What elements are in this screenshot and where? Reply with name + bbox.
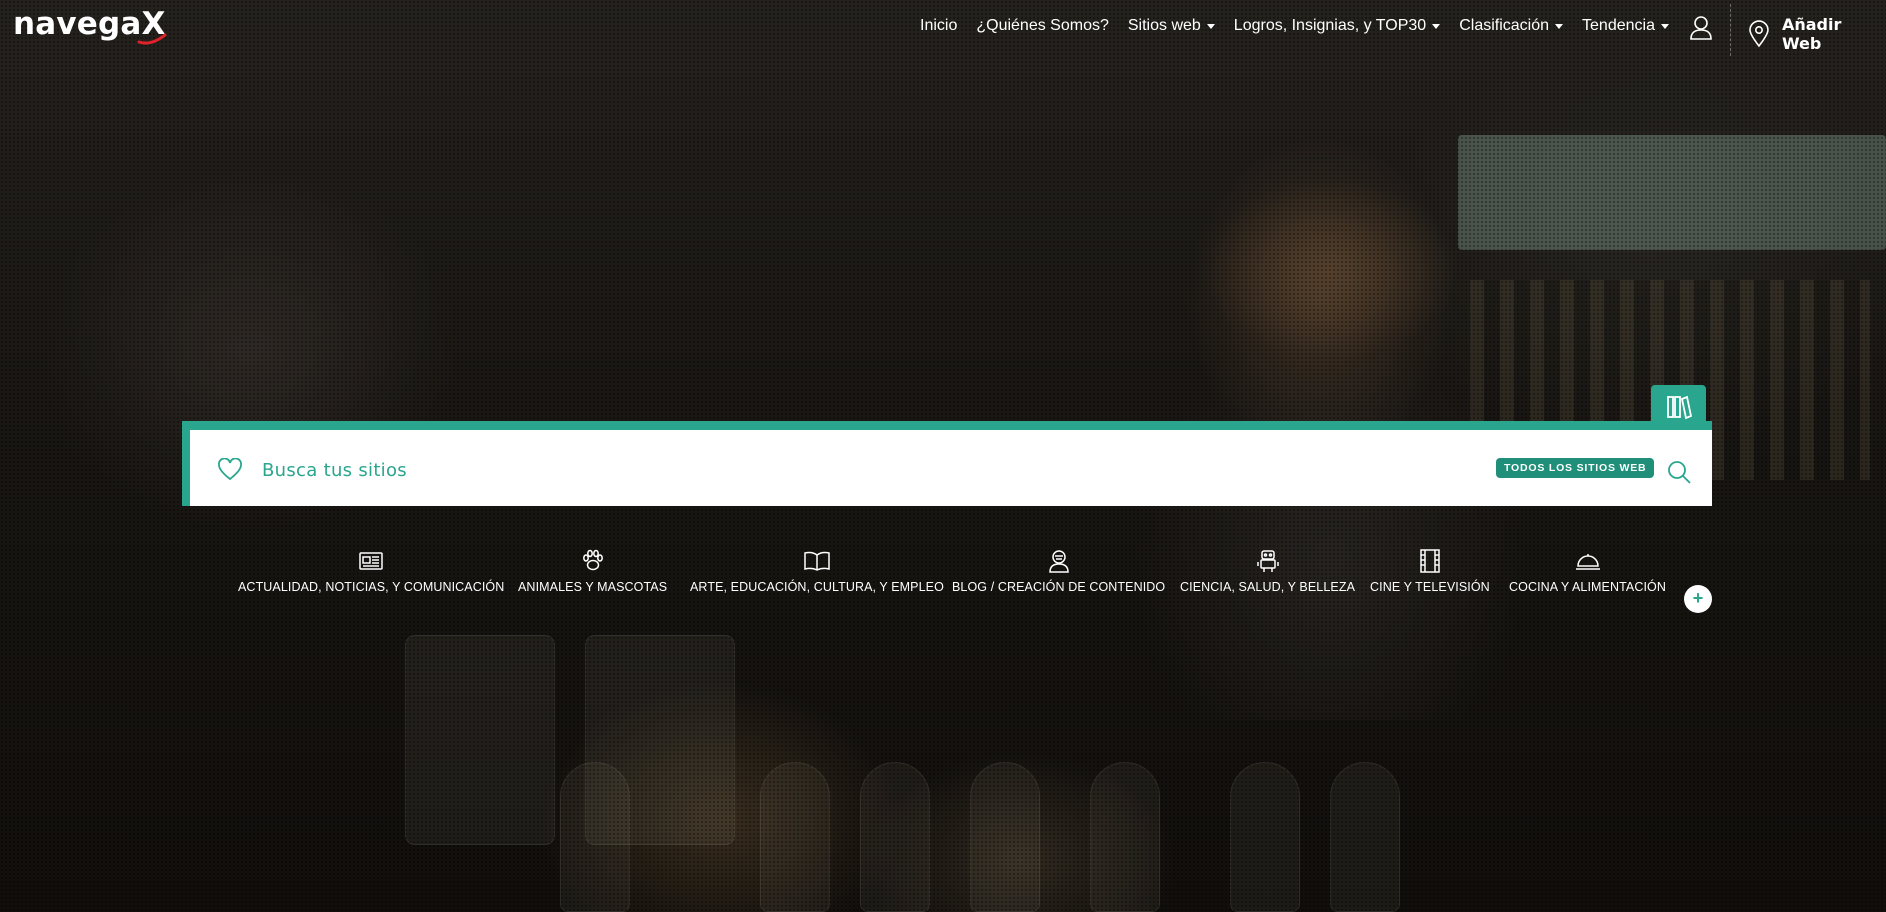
nav-clasificacion[interactable]: Clasificación	[1459, 17, 1564, 35]
more-categories-button[interactable]: +	[1684, 585, 1712, 613]
paw-icon	[582, 549, 603, 571]
search-scope-badge[interactable]: TODOS LOS SITIOS WEB	[1496, 458, 1655, 478]
add-web-label: Añadir Web	[1781, 15, 1842, 53]
open-book-icon	[804, 551, 830, 571]
map-pin-icon	[1749, 20, 1769, 48]
add-web-button[interactable]: Añadir Web	[1748, 15, 1886, 53]
category-bar: ACTUALIDAD, NOTICIAS, Y COMUNICACIÓN ANI…	[0, 548, 1886, 608]
heart-icon[interactable]	[217, 458, 243, 482]
category-cine[interactable]: CINE Y TELEVISIÓN	[1370, 548, 1490, 594]
logo-swoosh-icon	[137, 33, 167, 45]
search-button[interactable]	[1662, 455, 1696, 489]
nav-logros[interactable]: Logros, Insignias, y TOP30	[1234, 17, 1441, 35]
books-icon	[1666, 395, 1692, 420]
cloche-icon	[1575, 554, 1600, 570]
caret-down-icon	[1555, 23, 1564, 29]
category-actualidad[interactable]: ACTUALIDAD, NOTICIAS, Y COMUNICACIÓN	[238, 548, 504, 594]
category-animales[interactable]: ANIMALES Y MASCOTAS	[518, 548, 667, 594]
top-navbar: navegaX Inicio ¿Quiénes Somos? Sitios we…	[0, 0, 1886, 58]
caret-down-icon	[1206, 23, 1215, 29]
search-icon	[1668, 461, 1691, 484]
nav-inicio[interactable]: Inicio	[920, 17, 957, 35]
newspaper-icon	[359, 552, 383, 570]
search-input[interactable]	[262, 452, 1162, 488]
robot-icon	[1256, 550, 1279, 572]
caret-down-icon	[1660, 23, 1669, 29]
caret-down-icon	[1432, 23, 1441, 29]
nav-divider	[1730, 4, 1731, 56]
category-ciencia[interactable]: CIENCIA, SALUD, Y BELLEZA	[1180, 548, 1355, 594]
category-arte[interactable]: ARTE, EDUCACIÓN, CULTURA, Y EMPLEO	[690, 548, 944, 594]
film-icon	[1420, 549, 1440, 573]
user-icon[interactable]	[1689, 15, 1713, 46]
nav-quienes-somos[interactable]: ¿Quiénes Somos?	[976, 17, 1109, 35]
nav-sitios-web[interactable]: Sitios web	[1128, 17, 1215, 35]
main-nav: Inicio ¿Quiénes Somos? Sitios web Logros…	[920, 17, 1688, 35]
blogger-icon	[1048, 550, 1069, 573]
category-cocina[interactable]: COCINA Y ALIMENTACIÓN	[1509, 548, 1666, 594]
nav-tendencia[interactable]: Tendencia	[1582, 17, 1669, 35]
category-blog[interactable]: BLOG / CREACIÓN DE CONTENIDO	[952, 548, 1165, 594]
